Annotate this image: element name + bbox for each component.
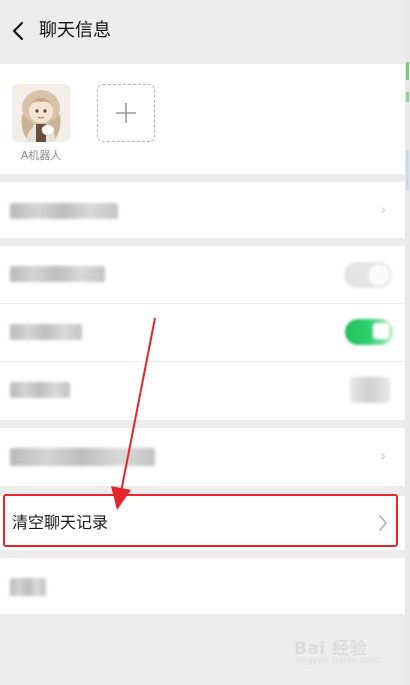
chevron-right-icon: › bbox=[380, 200, 387, 219]
blurred-setting-row[interactable]: › bbox=[0, 182, 405, 238]
top-nav-bar: 聊天信息 bbox=[0, 0, 405, 62]
blurred-toggle-row bbox=[0, 362, 405, 418]
edge-strip bbox=[405, 0, 410, 685]
toggle-switch[interactable] bbox=[344, 262, 392, 288]
edge-mark bbox=[406, 150, 409, 190]
blurred-setting-row[interactable] bbox=[0, 558, 405, 614]
blurred-toggle-row bbox=[0, 246, 405, 302]
redacted-text bbox=[10, 266, 105, 282]
avatar-name: A机器人 bbox=[20, 149, 62, 162]
blurred-setting-row[interactable]: › bbox=[0, 428, 405, 484]
redacted-text bbox=[10, 324, 82, 340]
clear-chat-history-label: 清空聊天记录 bbox=[12, 513, 109, 532]
blurred-toggle-row bbox=[0, 304, 405, 360]
redacted-text bbox=[10, 382, 70, 398]
plus-icon bbox=[116, 103, 136, 123]
toggle-switch[interactable] bbox=[345, 319, 393, 345]
avatar[interactable] bbox=[12, 84, 70, 142]
settings-card-4 bbox=[0, 558, 405, 614]
member-item[interactable]: A机器人 bbox=[12, 84, 70, 163]
toggle-switch[interactable] bbox=[350, 377, 390, 403]
redacted-text bbox=[10, 203, 118, 219]
chevron-left-icon[interactable] bbox=[10, 20, 28, 42]
edge-mark bbox=[406, 92, 409, 102]
redacted-text bbox=[10, 448, 155, 466]
baidu-watermark: Bai 经验 jingyan.baidu.com bbox=[294, 632, 398, 672]
settings-card-1: › bbox=[0, 182, 405, 238]
add-member-button[interactable] bbox=[97, 84, 155, 142]
settings-card-2 bbox=[0, 246, 405, 420]
redacted-text bbox=[10, 578, 46, 596]
watermark-url: jingyan.baidu.com bbox=[296, 656, 380, 666]
avatar-illustration bbox=[12, 84, 70, 142]
settings-card-3: › bbox=[0, 428, 405, 486]
page-title: 聊天信息 bbox=[39, 20, 111, 41]
members-section: A机器人 bbox=[0, 64, 405, 174]
edge-mark bbox=[406, 62, 409, 80]
chevron-right-icon bbox=[379, 515, 387, 531]
chevron-right-icon: › bbox=[380, 446, 387, 465]
